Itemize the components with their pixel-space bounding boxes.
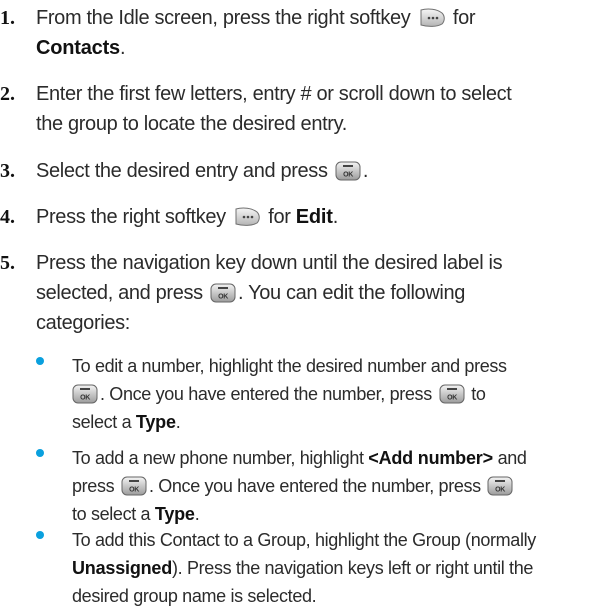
step-text-part: . bbox=[362, 160, 369, 182]
bullet-text: To add a new phone number, highlight <Ad… bbox=[72, 444, 583, 528]
manual-page: 1. From the Idle screen, press the right… bbox=[0, 0, 591, 606]
bullet-text-part: . Once you have entered the number, pres… bbox=[100, 384, 432, 404]
add-number-label: <Add number> bbox=[368, 448, 493, 468]
step-text-part: for bbox=[452, 7, 476, 29]
bullet-text-line: To add this Contact to a Group, highligh… bbox=[72, 530, 536, 550]
svg-text:OK: OK bbox=[129, 487, 139, 494]
bullet-text-part: ). Press the navigation keys left or rig… bbox=[172, 558, 534, 578]
contacts-label: Contacts bbox=[36, 37, 120, 59]
step-text-line: categories: bbox=[36, 312, 130, 334]
step-text-part: for bbox=[268, 206, 291, 228]
bullet-text-line: To edit a number, highlight the desired … bbox=[72, 356, 507, 376]
step-number: 5. bbox=[0, 252, 15, 274]
step-number: 2. bbox=[0, 83, 15, 105]
bullet-dot-icon bbox=[36, 449, 44, 457]
unassigned-label: Unassigned bbox=[72, 558, 173, 578]
step-text-part: Press the right softkey bbox=[36, 206, 226, 228]
step-text-part: Select the desired entry and press bbox=[36, 160, 328, 182]
svg-text:OK: OK bbox=[447, 395, 457, 402]
step-text-line: the group to locate the desired entry. bbox=[36, 113, 347, 135]
step-text: Select the desired entry and press OK . bbox=[36, 156, 581, 186]
step-number: 1. bbox=[0, 7, 15, 29]
right-softkey-icon bbox=[235, 207, 260, 227]
bullet-text-part: To add a new phone number, highlight bbox=[72, 448, 364, 468]
step-text-part: selected, and press bbox=[36, 282, 203, 304]
menu-ok-key-icon: OK bbox=[121, 476, 147, 496]
step-text-line: Enter the first few letters, entry # or … bbox=[36, 83, 512, 105]
bullet-text-part: . bbox=[194, 504, 200, 524]
type-label: Type bbox=[154, 504, 195, 524]
step-text-line: Press the navigation key down until the … bbox=[36, 252, 503, 274]
bullet-text-part: to select a bbox=[72, 504, 151, 524]
bullet-text-part: press bbox=[72, 476, 115, 496]
bullet-text: To edit a number, highlight the desired … bbox=[72, 352, 583, 436]
step-text: Press the navigation key down until the … bbox=[36, 248, 581, 338]
svg-text:OK: OK bbox=[80, 395, 90, 402]
menu-ok-key-icon: OK bbox=[439, 384, 465, 404]
bullet-dot-icon bbox=[36, 357, 44, 365]
right-softkey-icon bbox=[420, 8, 445, 28]
step-text-part: . bbox=[119, 37, 126, 59]
bullet-text-part: select a bbox=[72, 412, 132, 432]
bullet-text-part: to bbox=[471, 384, 486, 404]
edit-label: Edit bbox=[295, 206, 333, 228]
step-text-part: . bbox=[332, 206, 339, 228]
type-label: Type bbox=[135, 412, 176, 432]
bullet-text-part: and bbox=[497, 448, 527, 468]
step-text-part: . You can edit the following bbox=[238, 282, 466, 304]
step-text-part: From the Idle screen, press the right so… bbox=[36, 7, 411, 29]
step-number: 3. bbox=[0, 160, 15, 182]
svg-text:OK: OK bbox=[218, 293, 228, 300]
bullet-text-line: desired group name is selected. bbox=[72, 586, 317, 606]
svg-text:OK: OK bbox=[343, 171, 353, 178]
step-text: Press the right softkey for Edit. bbox=[36, 202, 581, 232]
step-number: 4. bbox=[0, 206, 15, 228]
menu-ok-key-icon: OK bbox=[210, 283, 236, 303]
menu-ok-key-icon: OK bbox=[487, 476, 513, 496]
bullet-text-part: . bbox=[175, 412, 181, 432]
step-text: Enter the first few letters, entry # or … bbox=[36, 79, 581, 139]
bullet-dot-icon bbox=[36, 531, 44, 539]
bullet-text-part: . Once you have entered the number, pres… bbox=[148, 476, 481, 496]
menu-ok-key-icon: OK bbox=[72, 384, 98, 404]
menu-ok-key-icon: OK bbox=[335, 161, 361, 181]
bullet-text: To add this Contact to a Group, highligh… bbox=[72, 526, 583, 610]
step-text: From the Idle screen, press the right so… bbox=[36, 3, 581, 63]
svg-text:OK: OK bbox=[496, 487, 506, 494]
